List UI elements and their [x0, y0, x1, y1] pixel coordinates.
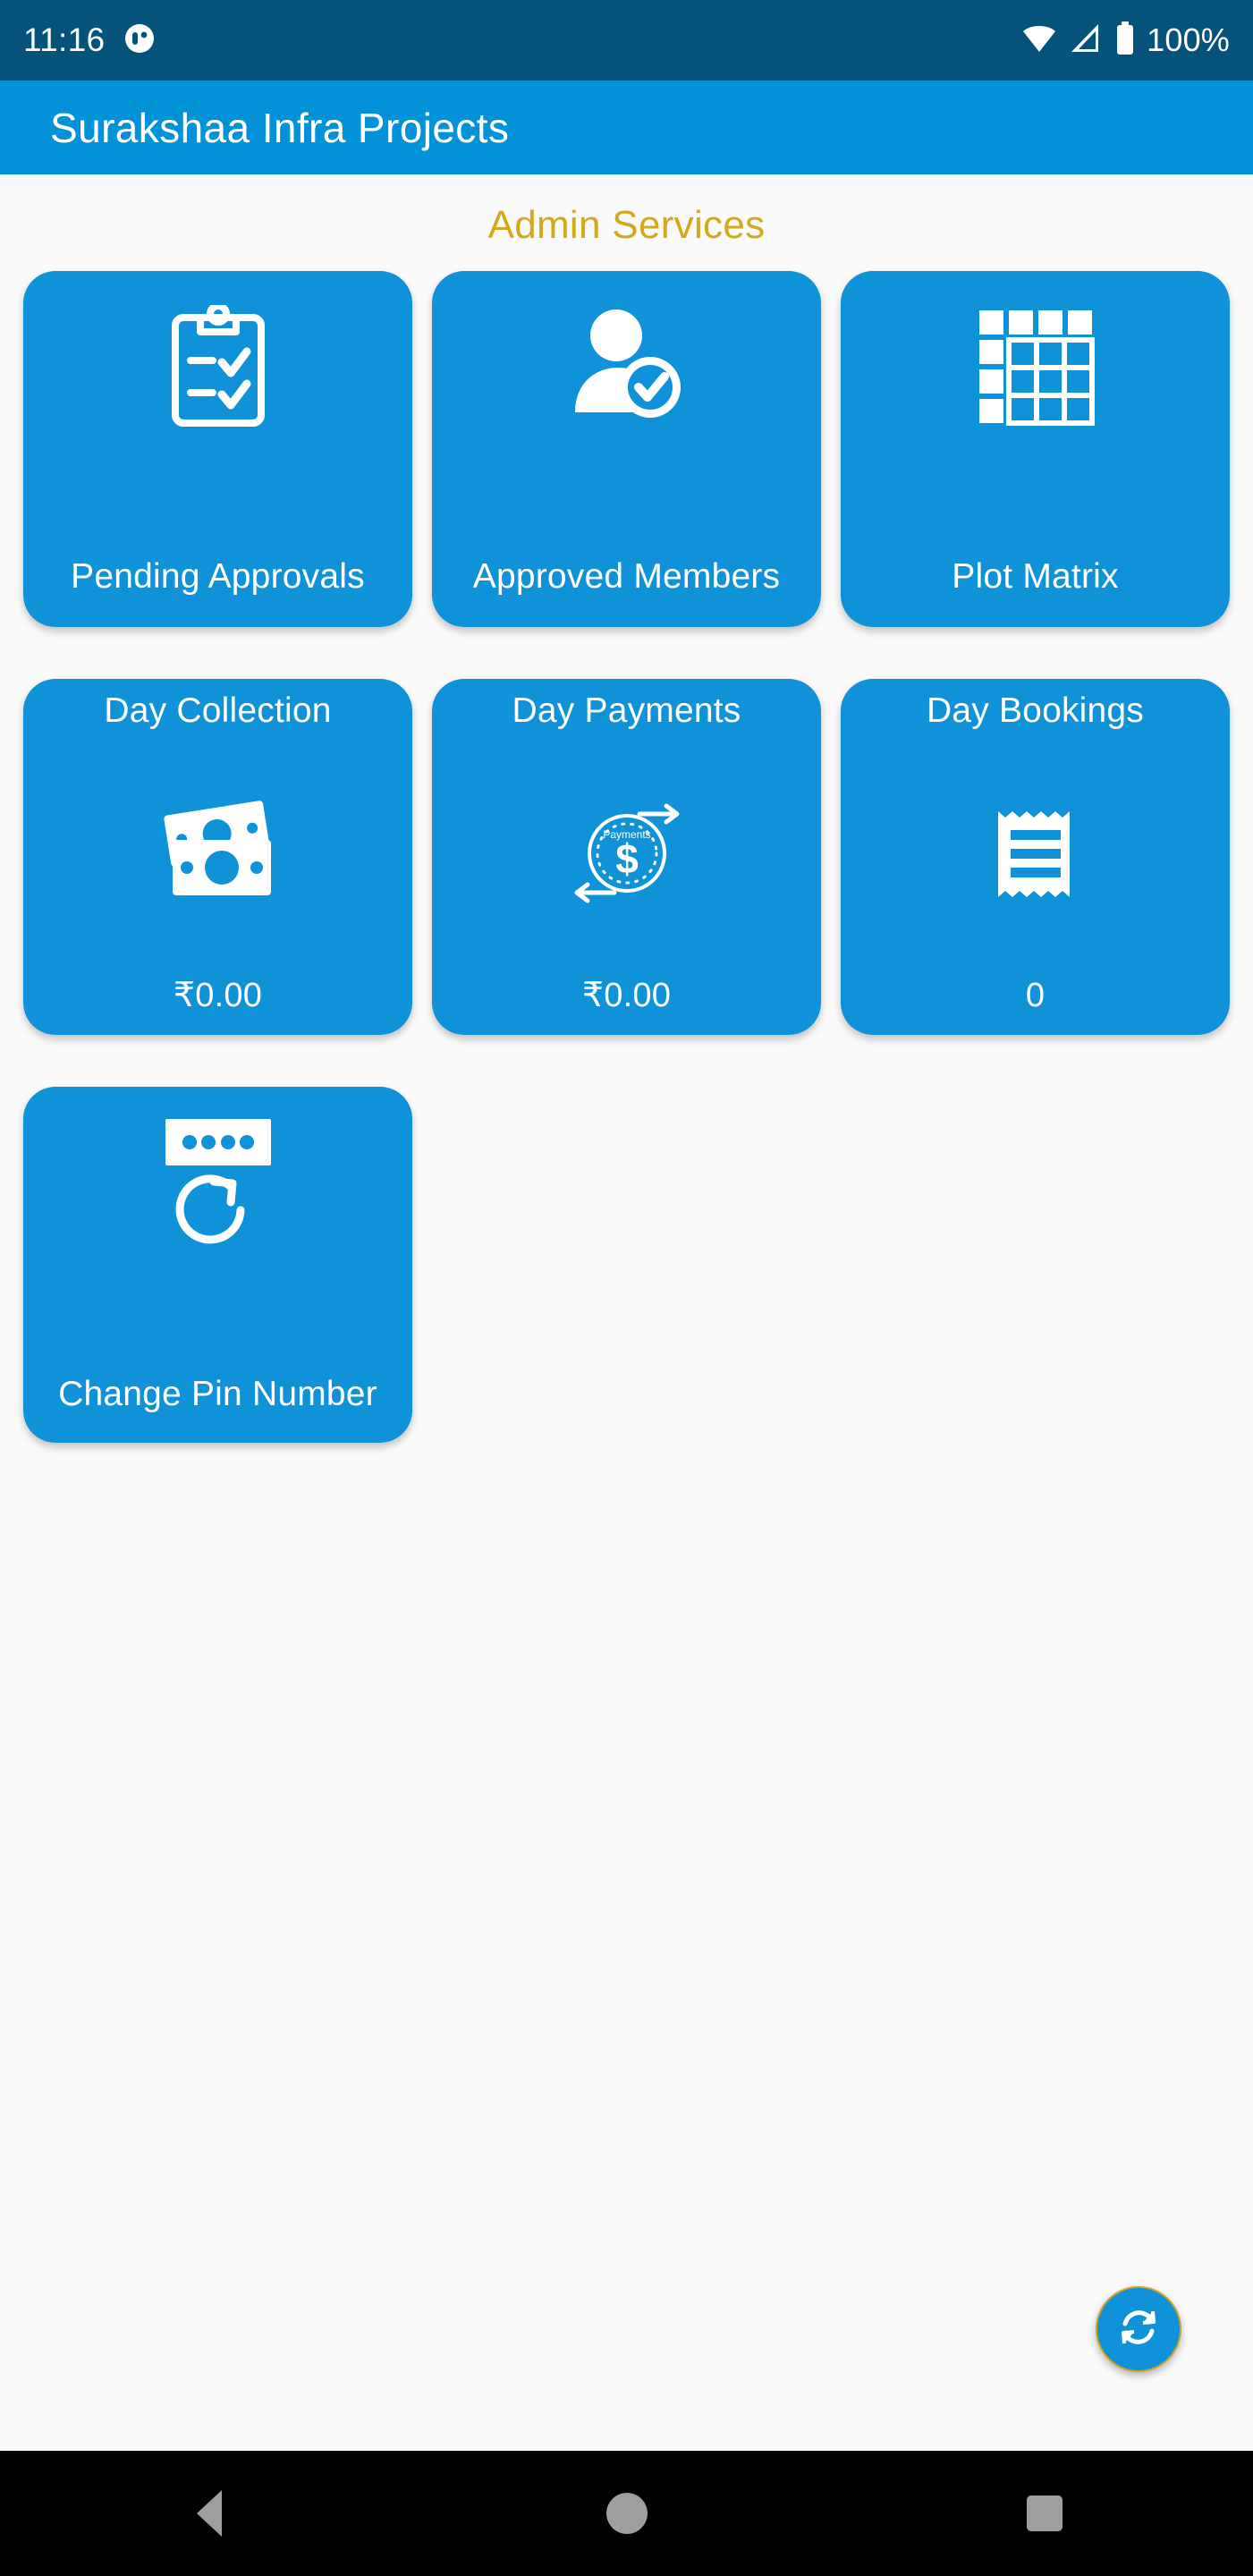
card-value: ₹0.00 [581, 977, 672, 1014]
battery-percent-label: 100% [1147, 21, 1230, 58]
pin-refresh-icon [151, 1115, 285, 1255]
receipt-icon [986, 801, 1086, 908]
app-notification-icon [124, 23, 155, 58]
status-bar-right: 100% [1020, 21, 1230, 61]
card-label: Approved Members [472, 556, 781, 596]
banknotes-icon [153, 800, 284, 906]
card-value: ₹0.00 [173, 977, 263, 1014]
row-spacer [432, 1087, 821, 1443]
recents-square-icon [1026, 2496, 1063, 2531]
card-value: 0 [1025, 977, 1046, 1014]
card-row-2: Day Collection ₹0.00 Day Payments Paymen… [0, 679, 1253, 1035]
sync-refresh-icon [1113, 2302, 1164, 2357]
battery-full-icon [1113, 21, 1137, 61]
nav-back-button[interactable] [120, 2451, 299, 2576]
status-bar-clock: 11:16 [23, 21, 106, 58]
clipboard-check-icon [161, 305, 275, 430]
card-pending-approvals[interactable]: Pending Approvals [23, 271, 412, 627]
main-content: Admin Services Pending Approvals Approve… [0, 174, 1253, 2451]
home-circle-icon [605, 2493, 648, 2534]
cellular-signal-icon [1068, 21, 1104, 60]
refresh-fab-button[interactable] [1096, 2286, 1181, 2372]
card-label: Day Bookings [926, 691, 1145, 730]
card-label: Pending Approvals [71, 556, 365, 596]
nav-home-button[interactable] [538, 2451, 716, 2576]
card-day-bookings[interactable]: Day Bookings 0 [841, 679, 1230, 1035]
svg-text:$: $ [615, 835, 639, 882]
card-day-payments[interactable]: Day Payments Payments $ ₹0.00 [432, 679, 821, 1035]
status-bar: 11:16 100% [0, 0, 1253, 80]
card-change-pin-number[interactable]: Change Pin Number [23, 1087, 412, 1443]
card-row-3: Change Pin Number [0, 1087, 1253, 1443]
app-title: Surakshaa Infra Projects [50, 104, 510, 151]
card-label: Day Collection [104, 691, 332, 730]
user-approved-icon [566, 305, 688, 430]
android-navigation-bar [0, 2451, 1253, 2576]
card-label: Change Pin Number [58, 1374, 377, 1413]
card-label: Plot Matrix [952, 556, 1119, 596]
card-day-collection[interactable]: Day Collection ₹0.00 [23, 679, 412, 1035]
page-title: Admin Services [487, 203, 766, 247]
wifi-icon [1020, 21, 1058, 60]
card-approved-members[interactable]: Approved Members [432, 271, 821, 627]
phone-screen: 11:16 100% Surakshaa Infra Projects Admi… [0, 0, 1253, 2576]
card-label: Day Payments [512, 691, 741, 730]
payments-cycle-icon: Payments $ [563, 800, 691, 907]
card-plot-matrix[interactable]: Plot Matrix [841, 271, 1230, 627]
status-bar-left: 11:16 [23, 21, 155, 59]
grid-matrix-icon [974, 305, 1097, 428]
nav-recents-button[interactable] [955, 2451, 1134, 2576]
app-bar: Surakshaa Infra Projects [0, 80, 1253, 174]
back-triangle-icon [196, 2490, 222, 2537]
row-spacer [841, 1087, 1230, 1443]
card-row-1: Pending Approvals Approved Members Plot … [0, 271, 1253, 627]
